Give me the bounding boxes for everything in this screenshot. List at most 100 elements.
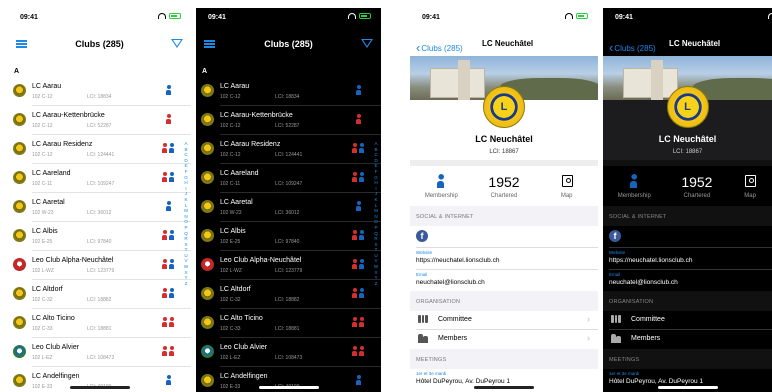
stats-bar: Membership 1952 Chartered Map	[410, 166, 598, 206]
website-link[interactable]: https://neuchatel.lionsclub.ch	[609, 257, 692, 264]
page-title: LC Neuchâtel	[482, 39, 534, 48]
chartered-stat: 1952 Chartered	[681, 174, 713, 199]
home-indicator[interactable]	[258, 386, 319, 389]
committee-row[interactable]: Committee ›	[410, 311, 598, 329]
email-label: Email	[609, 272, 621, 277]
club-district: 102 E-33	[220, 384, 241, 390]
person-icon	[162, 143, 167, 153]
club-lci: LCI: 36012	[275, 210, 300, 216]
person-icon	[166, 375, 171, 385]
club-row[interactable]: LC Alto Ticino 102 C-33 LCI: 18881	[201, 309, 381, 338]
nav-bar: Clubs (285)	[196, 30, 381, 56]
club-row[interactable]: Leo Club Alvier 102 L-EZ LCI: 108473	[201, 338, 381, 367]
club-row[interactable]: Leo Club Alpha-Neuchâtel 102 L-WZ LCI: 123…	[13, 251, 191, 280]
club-name: LC Alto Ticino	[220, 315, 263, 322]
club-row[interactable]: LC Aarau-Kettenbrücke 102 C-12 LCI: 52287	[13, 106, 191, 135]
club-row[interactable]: LC Aaretal 102 W-23 LCI: 36012	[201, 193, 381, 222]
club-row[interactable]: LC Aarau 102 C-12 LCI: 18834	[13, 77, 191, 106]
committee-row[interactable]: Committee	[603, 311, 772, 329]
wifi-icon	[348, 13, 356, 19]
club-logo-icon	[13, 84, 26, 97]
person-icon	[162, 317, 167, 327]
back-button[interactable]: Clubs (285)	[609, 39, 655, 54]
club-district: 102 C-12	[32, 123, 53, 129]
alphabet-index[interactable]: ABCDEFGHIJKLMNOPQRSTUVWXYZ	[373, 141, 379, 286]
club-lci: LCI: 18882	[275, 297, 300, 303]
club-row[interactable]: Leo Club Alpha-Neuchâtel 102 L-WZ LCI: 123…	[201, 251, 381, 280]
club-row[interactable]: LC Aaretal 102 W-23 LCI: 36012	[13, 193, 191, 222]
section-meetings: MEETINGS	[603, 349, 772, 369]
index-letter[interactable]: Z	[185, 281, 188, 287]
club-row[interactable]: LC Aarau-Kettenbrücke 102 C-12 LCI: 52287	[201, 106, 381, 135]
facebook-icon[interactable]: f	[416, 230, 428, 242]
club-row[interactable]: LC Aarau 102 C-12 LCI: 18834	[201, 77, 381, 106]
club-lci: LCI: 97840	[275, 239, 300, 245]
facebook-icon[interactable]: f	[609, 230, 621, 242]
membership-stat[interactable]: Membership	[410, 166, 473, 206]
club-row[interactable]: LC Albis 102 E-25 LCI: 97840	[13, 222, 191, 251]
person-icon	[359, 288, 364, 298]
club-row[interactable]: LC Alto Ticino 102 C-33 LCI: 18881	[13, 309, 191, 338]
meeting-days: 1er et 3e mardi	[609, 371, 640, 376]
person-icon	[352, 259, 357, 269]
club-district: 102 C-11	[32, 181, 53, 187]
website-label: Website	[609, 250, 626, 255]
back-button[interactable]: Clubs (285)	[416, 39, 462, 54]
person-icon	[352, 172, 357, 182]
status-time: 09:41	[208, 14, 226, 21]
club-logo-icon	[13, 229, 26, 242]
club-row[interactable]: LC Altdorf 102 C-32 LCI: 18882	[13, 280, 191, 309]
person-icon	[166, 201, 171, 211]
meeting-place: Hôtel DuPeyrou, Av. DuPeyrou 1	[416, 378, 511, 385]
club-logo-icon	[13, 258, 26, 271]
website-link[interactable]: https://neuchatel.lionsclub.ch	[416, 257, 499, 264]
person-icon	[162, 259, 167, 269]
club-lci: LCI: 123779	[275, 268, 303, 274]
club-district: 102 L-WZ	[220, 268, 242, 274]
club-logo-icon	[201, 229, 214, 242]
club-logo-icon	[201, 171, 214, 184]
club-row[interactable]: LC Aarau Residenz 102 C-12 LCI: 124441	[13, 135, 191, 164]
alphabet-index[interactable]: ABCDEFGHIJKLMNOPQRSTUVWXYZ	[183, 141, 189, 286]
club-district: 102 C-32	[220, 297, 241, 303]
club-lci: LCI: 123779	[87, 268, 115, 274]
wifi-icon	[158, 13, 166, 19]
club-district: 102 C-12	[220, 152, 241, 158]
map-stat[interactable]: Map	[535, 166, 598, 206]
section-organisation: ORGANISATION	[410, 291, 598, 311]
person-icon	[356, 201, 361, 211]
home-indicator[interactable]	[474, 386, 534, 389]
person-icon	[352, 317, 357, 327]
club-name: LC Neuchâtel	[658, 134, 717, 144]
email-link[interactable]: neuchatel@lionsclub.ch	[609, 279, 678, 286]
club-logo-icon	[13, 374, 26, 387]
club-name: Leo Club Alpha-Neuchâtel	[220, 257, 302, 264]
person-icon	[169, 230, 174, 240]
club-row[interactable]: LC Altdorf 102 C-32 LCI: 18882	[201, 280, 381, 309]
club-district: 102 L-EZ	[32, 355, 53, 361]
status-time: 09:41	[615, 14, 633, 21]
club-row[interactable]: Leo Club Alvier 102 L-EZ LCI: 108473	[13, 338, 191, 367]
email-link[interactable]: neuchatel@lionsclub.ch	[416, 279, 485, 286]
members-row[interactable]: Members ›	[410, 330, 598, 348]
club-logo-icon	[201, 142, 214, 155]
club-lci: LCI: 18834	[275, 94, 300, 100]
club-lci: LCI: 18881	[87, 326, 112, 332]
filter-icon[interactable]	[171, 39, 183, 48]
section-social: SOCIAL & INTERNET	[603, 206, 772, 226]
filter-icon[interactable]	[361, 39, 373, 48]
club-row[interactable]: LC Aarau Residenz 102 C-12 LCI: 124441	[201, 135, 381, 164]
members-row[interactable]: Members	[603, 330, 772, 348]
home-indicator[interactable]	[657, 386, 718, 389]
index-letter[interactable]: Z	[375, 281, 378, 287]
lions-logo: L	[666, 86, 709, 128]
membership-stat[interactable]: Membership	[603, 166, 666, 206]
club-row[interactable]: LC Aareland 102 C-11 LCI: 109247	[201, 164, 381, 193]
club-row[interactable]: LC Aareland 102 C-11 LCI: 109247	[13, 164, 191, 193]
wifi-icon	[768, 13, 772, 19]
club-name: LC Aarau-Kettenbrücke	[32, 112, 105, 119]
home-indicator[interactable]	[69, 386, 130, 389]
club-row[interactable]: LC Albis 102 E-25 LCI: 97840	[201, 222, 381, 251]
person-icon	[162, 288, 167, 298]
map-stat[interactable]: Map	[728, 166, 772, 206]
